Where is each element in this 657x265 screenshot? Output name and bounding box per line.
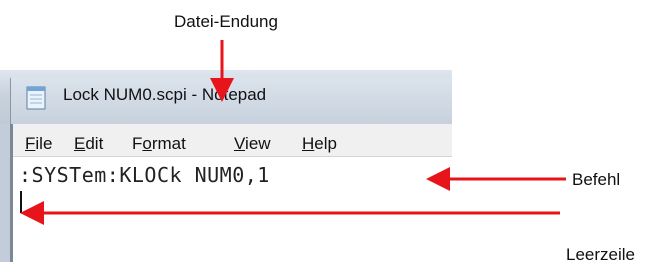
annotation-arrows — [20, 40, 566, 225]
